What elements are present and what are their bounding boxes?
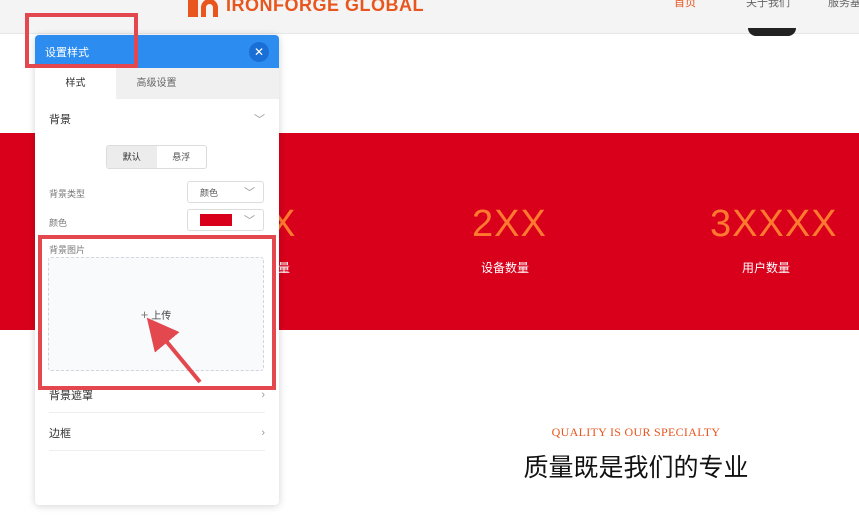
annotation-arrow-icon (146, 317, 202, 384)
screen: IRONFORGE GLOBAL 首页 关于我们 服务基 X 量 2XX 设备数… (0, 0, 859, 516)
